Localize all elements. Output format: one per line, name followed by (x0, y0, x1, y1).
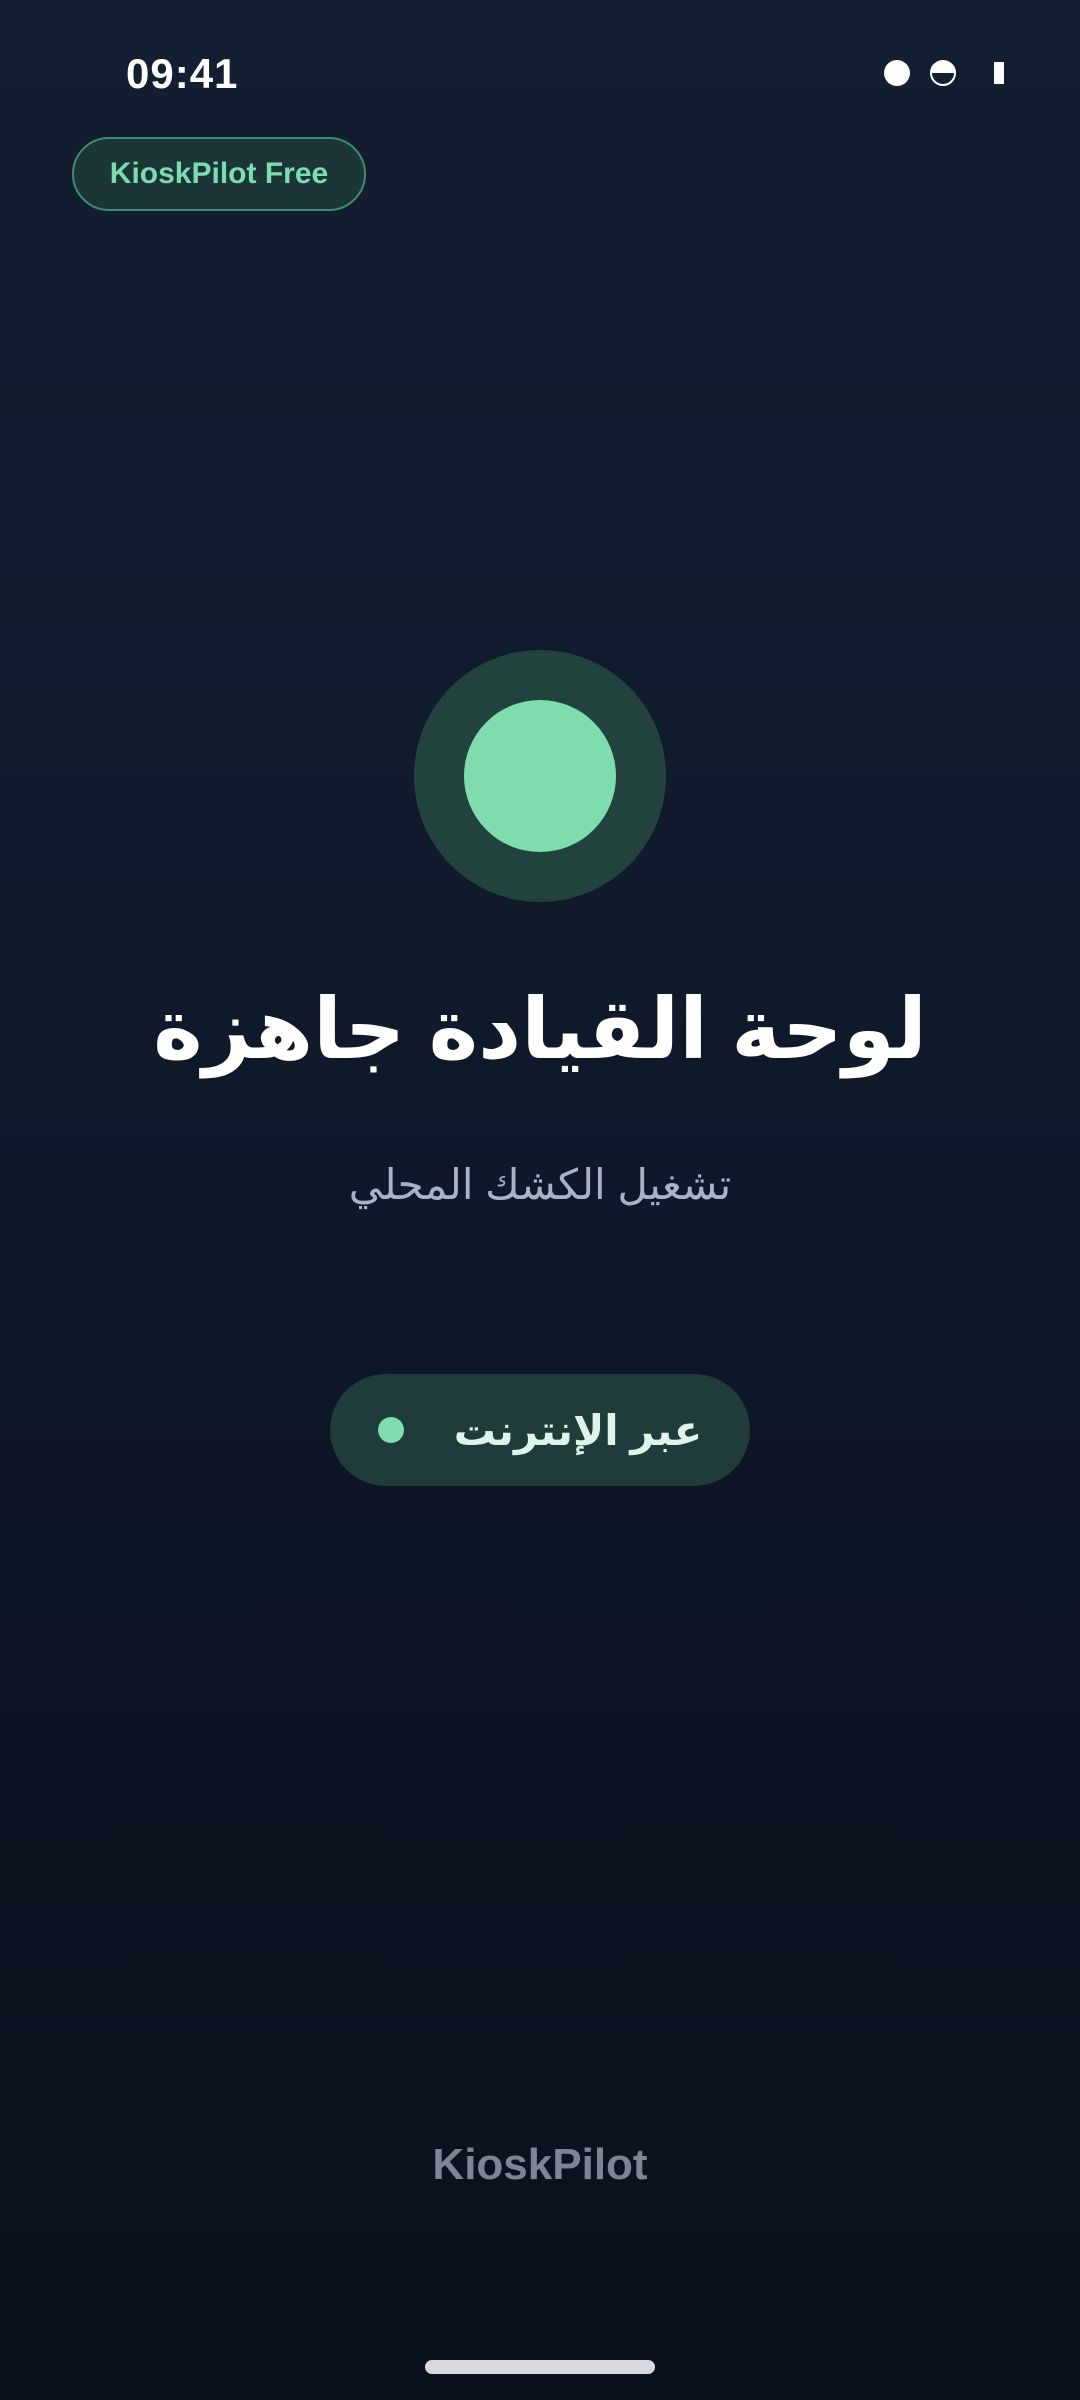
page-title: لوحة القيادة جاهزة (153, 982, 927, 1076)
online-dot-icon (377, 1417, 404, 1443)
brand-logo: KioskPilot (432, 2140, 648, 2189)
battery-bar-icon (994, 62, 1004, 84)
plan-badge[interactable]: KioskPilot Free (72, 137, 366, 211)
status-icons (884, 60, 1004, 86)
status-indicator-icon (414, 650, 666, 902)
page-subtitle: تشغيل الكشك المحلي (348, 1161, 732, 1208)
connection-status-label: عبر الإنترنت (453, 1406, 703, 1454)
status-indicator-core (464, 700, 616, 852)
status-time: 09:41 (126, 50, 239, 97)
connection-status-pill: عبر الإنترنت (330, 1374, 750, 1486)
half-circle-icon (930, 60, 956, 86)
home-indicator[interactable] (425, 2360, 655, 2374)
dot-icon (884, 60, 910, 86)
